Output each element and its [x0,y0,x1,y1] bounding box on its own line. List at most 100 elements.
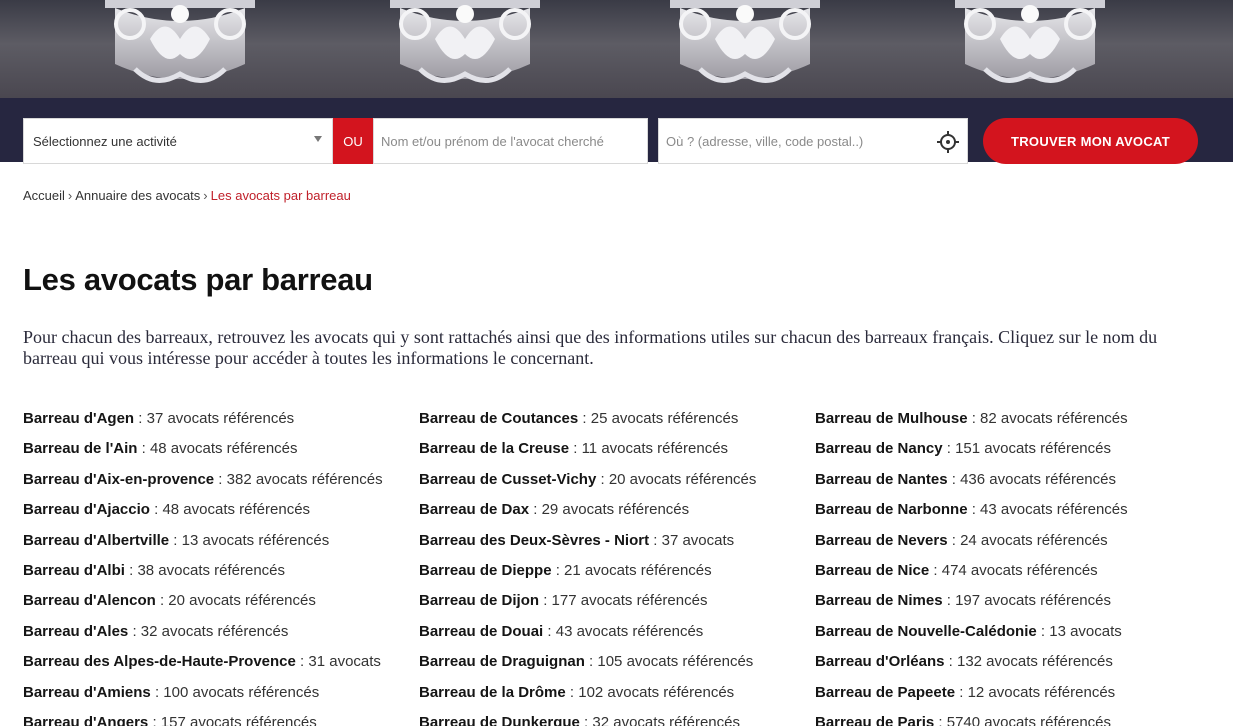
list-item: Barreau de Nancy : 151 avocats référencé… [815,440,1205,470]
column-capital-image [660,0,830,98]
bar-link[interactable]: Barreau de Nouvelle-Calédonie [815,623,1037,640]
lawyer-count: : 177 avocats référencés [539,592,708,610]
bar-link[interactable]: Barreau de Dieppe [419,562,552,579]
lawyer-count: : 29 avocats référencés [529,501,690,519]
breadcrumb-separator: › [203,188,208,203]
bar-link[interactable]: Barreau des Deux-Sèvres - Niort [419,532,649,549]
lawyer-count: : 21 avocats référencés [551,561,712,579]
bar-link[interactable]: Barreau de Nantes [815,471,948,488]
bar-link[interactable]: Barreau de Draguignan [419,653,585,670]
list-item: Barreau de Draguignan : 105 avocats réfé… [419,653,809,683]
lawyer-count: : 13 avocats référencés [169,531,330,549]
bar-link[interactable]: Barreau d'Angers [23,714,148,726]
breadcrumb-directory[interactable]: Annuaire des avocats [75,188,200,203]
list-item: Barreau des Deux-Sèvres - Niort : 37 avo… [419,532,809,562]
list-item: Barreau d'Albertville : 13 avocats référ… [23,532,413,562]
bar-link[interactable]: Barreau d'Agen [23,410,134,427]
bar-link[interactable]: Barreau de la Creuse [419,440,569,457]
column-capital-image [945,0,1115,98]
bar-link[interactable]: Barreau de Douai [419,623,543,640]
breadcrumb: Accueil › Annuaire des avocats › Les avocats… [23,188,351,203]
activity-select-label: Sélectionnez une activité [33,133,177,149]
list-item: Barreau de Nantes : 436 avocats référenc… [815,471,1205,501]
bar-link[interactable]: Barreau d'Albi [23,562,125,579]
lawyer-count: : 132 avocats référencés [944,653,1113,671]
list-item: Barreau de Dunkerque : 32 avocats référe… [419,714,809,726]
bar-link[interactable]: Barreau des Alpes-de-Haute-Provence [23,653,296,670]
bar-link[interactable]: Barreau d'Ajaccio [23,501,150,518]
bar-link[interactable]: Barreau d'Amiens [23,684,151,701]
list-item: Barreau d'Agen : 37 avocats référencés [23,410,413,440]
bar-link[interactable]: Barreau d'Orléans [815,653,944,670]
bar-link[interactable]: Barreau de Paris [815,714,934,726]
list-item: Barreau d'Amiens : 100 avocats référencé… [23,684,413,714]
list-item: Barreau de la Creuse : 11 avocats référe… [419,440,809,470]
lawyer-count: : 5740 avocats référencés [934,713,1112,726]
breadcrumb-home[interactable]: Accueil [23,188,65,203]
activity-select[interactable]: Sélectionnez une activité [23,118,333,164]
lawyer-count: : 20 avocats référencés [596,470,757,488]
list-item: Barreau de Nouvelle-Calédonie : 13 avoca… [815,623,1205,653]
list-item: Barreau de Narbonne : 43 avocats référen… [815,501,1205,531]
bar-link[interactable]: Barreau de Cusset-Vichy [419,471,596,488]
list-item: Barreau d'Orléans : 132 avocats référenc… [815,653,1205,683]
caret-down-icon [314,136,322,142]
bar-link[interactable]: Barreau de Dijon [419,592,539,609]
list-item: Barreau de la Drôme : 102 avocats référe… [419,684,809,714]
column-capital-image [380,0,550,98]
list-item: Barreau d'Ajaccio : 48 avocats référencé… [23,501,413,531]
bar-link[interactable]: Barreau d'Alencon [23,592,156,609]
lawyer-count: : 11 avocats référencés [569,440,729,458]
lawyer-count: : 20 avocats référencés [155,592,316,610]
bar-link[interactable]: Barreau de Nancy [815,440,943,457]
bar-link[interactable]: Barreau d'Aix-en-provence [23,471,214,488]
list-item: Barreau de Cusset-Vichy : 20 avocats réf… [419,471,809,501]
column-capital-image [95,0,265,98]
list-item: Barreau de Coutances : 25 avocats référe… [419,410,809,440]
list-item: Barreau de Dijon : 177 avocats référencé… [419,592,809,622]
list-item: Barreau d'Angers : 157 avocats référencé… [23,714,413,726]
lawyer-count: : 157 avocats référencés [148,713,317,726]
lawyer-count: : 24 avocats référencés [947,531,1108,549]
lawyer-count: : 48 avocats référencés [149,501,311,519]
or-separator: OU [333,118,373,164]
lawyer-count: : 105 avocats référencés [584,653,754,671]
bar-link[interactable]: Barreau de Mulhouse [815,410,968,427]
bar-link[interactable]: Barreau de Narbonne [815,501,968,518]
bar-link[interactable]: Barreau d'Ales [23,623,128,640]
bar-link[interactable]: Barreau de Coutances [419,410,578,427]
bar-link[interactable]: Barreau de Nevers [815,532,948,549]
lawyer-count: : 82 avocats référencés [967,410,1128,427]
lawyer-count: : 102 avocats référencés [565,683,735,701]
bar-link[interactable]: Barreau de l'Ain [23,440,137,457]
crosshair-icon[interactable] [937,131,959,153]
list-item: Barreau de Nimes : 197 avocats référencé… [815,592,1205,622]
page-title: Les avocats par barreau [23,262,373,297]
bar-link[interactable]: Barreau de la Drôme [419,684,566,701]
lawyer-count: : 37 avocats [649,531,735,549]
bar-link[interactable]: Barreau de Dunkerque [419,714,580,726]
list-item: Barreau d'Aix-en-provence : 382 avocats … [23,471,413,501]
bar-list-column: Barreau de Coutances : 25 avocats référe… [419,410,809,726]
lawyer-count: : 197 avocats référencés [942,592,1111,610]
bar-link[interactable]: Barreau de Papeete [815,684,955,701]
location-input[interactable] [658,118,968,164]
lawyer-count: : 31 avocats [295,653,381,671]
find-lawyer-button[interactable]: TROUVER MON AVOCAT [983,118,1198,164]
lawyer-name-input[interactable] [373,118,648,164]
list-item: Barreau de Douai : 43 avocats référencés [419,623,809,653]
lawyer-count: : 12 avocats référencés [955,683,1116,701]
list-item: Barreau d'Albi : 38 avocats référencés [23,562,413,592]
search-bar: Sélectionnez une activité OU TROUVER MON… [0,98,1233,164]
lawyer-count: : 48 avocats référencés [137,440,298,458]
lawyer-count: : 13 avocats [1036,622,1122,640]
hero-banner [0,0,1233,98]
bar-link[interactable]: Barreau d'Albertville [23,532,169,549]
lawyer-count: : 37 avocats référencés [134,410,295,427]
bar-link[interactable]: Barreau de Nice [815,562,929,579]
list-item: Barreau de l'Ain : 48 avocats référencés [23,440,413,470]
bar-link[interactable]: Barreau de Nimes [815,592,943,609]
list-item: Barreau de Dax : 29 avocats référencés [419,501,809,531]
bar-link[interactable]: Barreau de Dax [419,501,529,518]
lawyer-count: : 25 avocats référencés [578,410,739,427]
